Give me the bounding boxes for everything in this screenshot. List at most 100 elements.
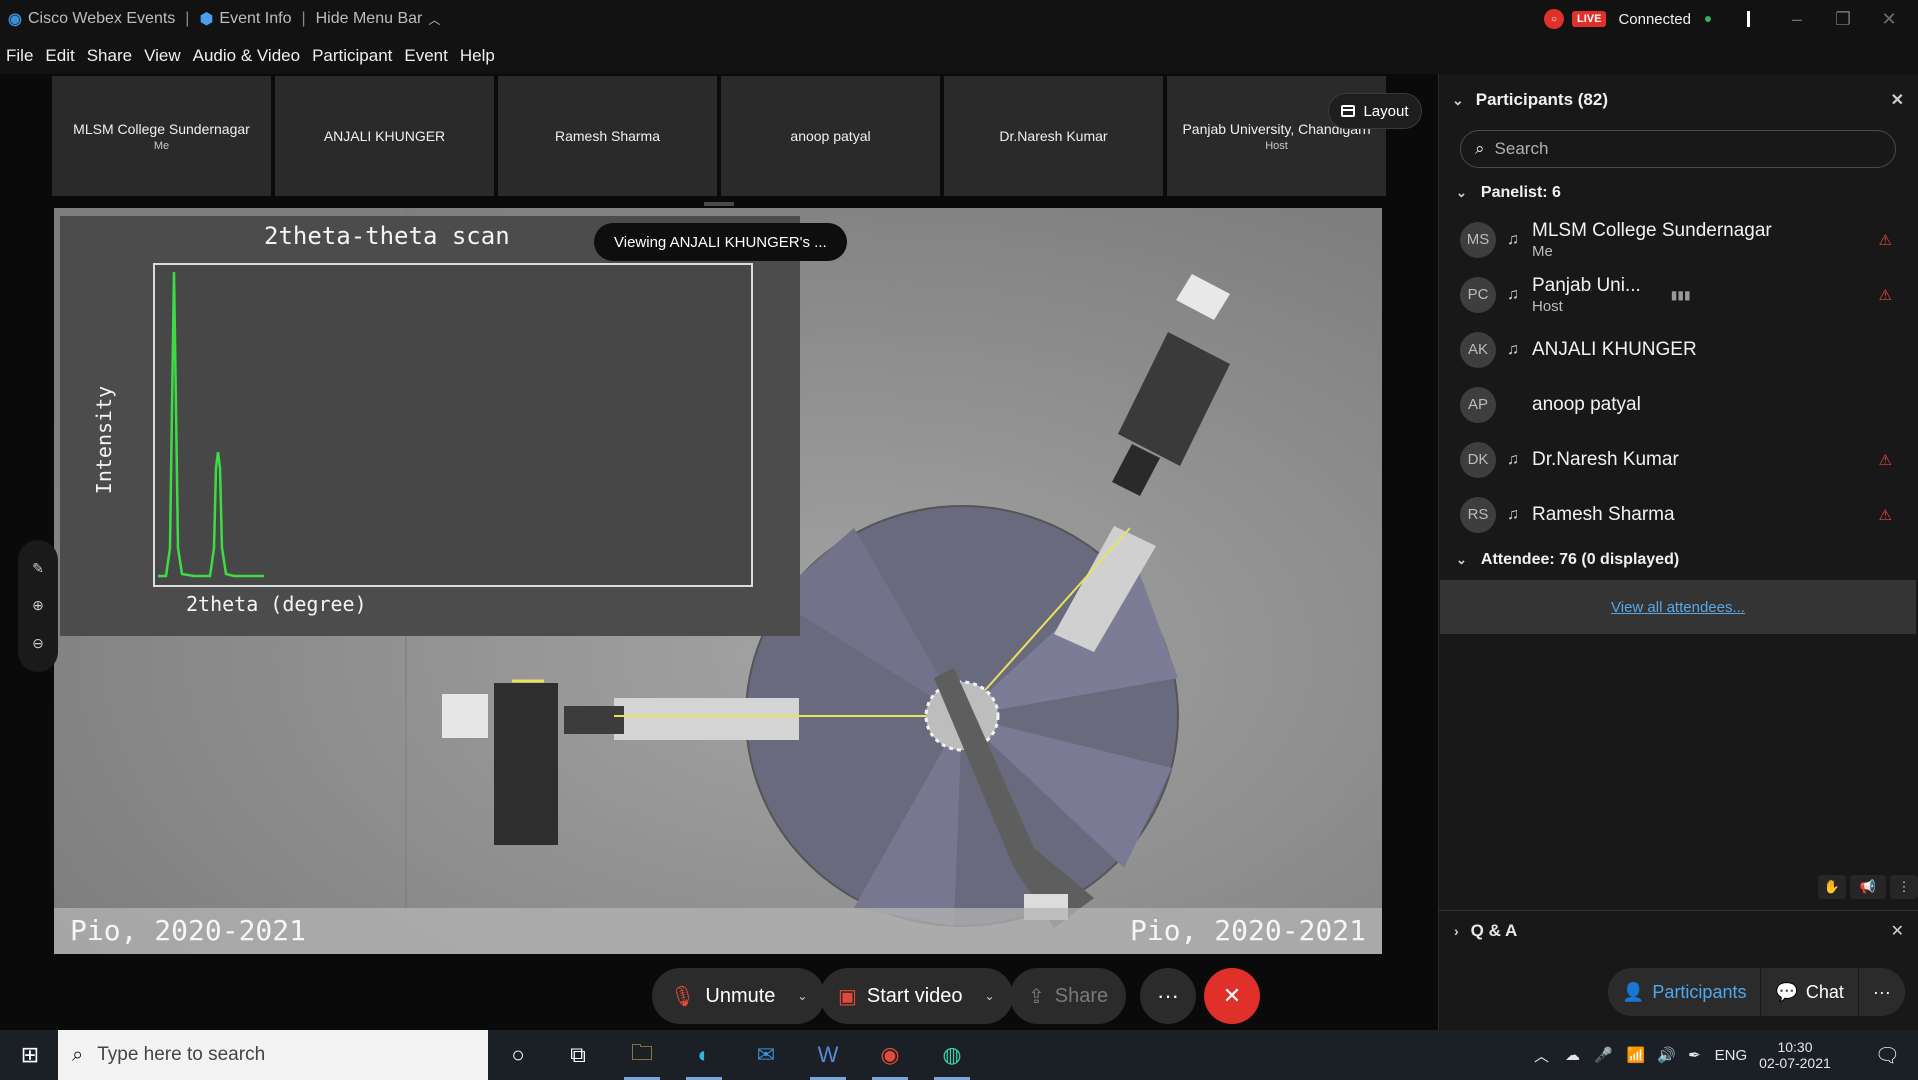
tab-participants[interactable]: 👤 Participants xyxy=(1608,968,1762,1016)
search-icon: ⌕ xyxy=(72,1043,84,1066)
start-video-button[interactable]: ▣ Start video ⌄ xyxy=(820,968,1013,1024)
zoom-out-icon[interactable]: ⊖ xyxy=(32,635,44,652)
thumbnail-tile[interactable]: anoop patyal xyxy=(721,76,940,196)
avatar: DK xyxy=(1460,441,1496,478)
clock[interactable]: 10:30 02-07-2021 xyxy=(1759,1039,1831,1071)
participant-thumbnails: MLSM College Sundernagar Me ANJALI KHUNG… xyxy=(52,76,1386,196)
avatar: PC xyxy=(1460,276,1496,313)
taskbar-search-input[interactable]: ⌕ Type here to search xyxy=(58,1030,488,1080)
more-icon[interactable]: ⋮ xyxy=(1890,875,1918,899)
cortana-icon[interactable]: ○ xyxy=(492,1030,544,1080)
close-qa-icon[interactable]: ✕ xyxy=(1891,921,1904,941)
chevron-down-icon: ⌄ xyxy=(1456,552,1467,567)
close-icon: ✕ xyxy=(1222,983,1242,1008)
shield-icon: ⬢ xyxy=(199,11,214,28)
shared-screen: 2theta-theta scan Intensity 2theta (degr… xyxy=(54,208,1382,954)
thumbnail-tile[interactable]: ANJALI KHUNGER xyxy=(275,76,494,196)
participant-row[interactable]: AP anoop patyal xyxy=(1438,377,1918,432)
mic-muted-icon[interactable]: ⚠ xyxy=(1879,451,1892,469)
mail-icon[interactable]: ✉ xyxy=(740,1030,792,1080)
xrd-simulation-graphic xyxy=(54,208,1382,954)
webex-app-icon[interactable]: ◍ xyxy=(926,1030,978,1080)
tab-chat[interactable]: 💬 Chat xyxy=(1761,968,1859,1016)
zoom-in-icon[interactable]: ⊕ xyxy=(32,597,44,614)
tab-more[interactable]: ··· xyxy=(1859,968,1905,1016)
plot-y-axis-label: Intensity xyxy=(92,385,116,495)
qa-section-header[interactable]: › Q & A ✕ xyxy=(1438,910,1918,950)
chrome-icon[interactable]: ◉ xyxy=(864,1030,916,1080)
menu-file[interactable]: File xyxy=(6,46,33,66)
person-icon: 👤 xyxy=(1622,981,1645,1002)
microphone-icon[interactable]: 🎤 xyxy=(1594,1046,1613,1064)
megaphone-icon[interactable]: 📢 xyxy=(1850,875,1886,899)
title-bar: ◉ Cisco Webex Events | ⬢ Event Info | Hi… xyxy=(0,0,1918,38)
language-indicator[interactable]: ENG xyxy=(1715,1047,1748,1064)
microphone-muted-icon: 🎙 xyxy=(670,985,696,1008)
unmute-button[interactable]: 🎙 Unmute ⌄ xyxy=(652,968,826,1024)
mic-muted-icon[interactable]: ⚠ xyxy=(1879,506,1892,524)
chevron-up-icon: ︿ xyxy=(428,12,441,27)
avatar: AK xyxy=(1460,331,1496,368)
avatar: RS xyxy=(1460,496,1496,533)
menu-participant[interactable]: Participant xyxy=(312,46,392,66)
plot-title: 2theta-theta scan xyxy=(264,222,510,250)
headset-icon: ♫ xyxy=(1507,285,1519,303)
event-info-button[interactable]: ⬢ Event Info xyxy=(199,9,291,29)
file-explorer-icon[interactable]: 🗀 xyxy=(616,1030,668,1080)
annotate-icon[interactable]: ✎ xyxy=(32,560,44,577)
volume-icon[interactable]: 🔊 xyxy=(1657,1046,1676,1064)
headset-icon: ♫ xyxy=(1507,505,1519,523)
wifi-icon[interactable]: 📶 xyxy=(1627,1046,1646,1064)
system-tray: ︿ ☁ 🎤 📶 🔊 ✒ ENG 10:30 02-07-2021 🗨 xyxy=(1530,1030,1918,1080)
pen-icon[interactable]: ✒ xyxy=(1688,1046,1701,1064)
notifications-icon[interactable]: 🗨 xyxy=(1875,1043,1900,1068)
attendee-group-header[interactable]: ⌄ Attendee: 76 (0 displayed) xyxy=(1438,542,1918,578)
watermark-right: Pio, 2020-2021 xyxy=(1129,914,1366,947)
thumbnail-tile[interactable]: MLSM College Sundernagar Me xyxy=(52,76,271,196)
close-panel-icon[interactable]: ✕ xyxy=(1891,90,1904,110)
mic-muted-icon[interactable]: ⚠ xyxy=(1879,286,1892,304)
windows-start-icon[interactable]: ⊞ xyxy=(4,1030,56,1080)
headset-icon: ♫ xyxy=(1507,230,1519,248)
chevron-down-icon[interactable]: ⌄ xyxy=(985,989,995,1003)
menu-event[interactable]: Event xyxy=(404,46,447,66)
onedrive-icon[interactable]: ☁ xyxy=(1565,1046,1580,1064)
view-all-attendees-link[interactable]: View all attendees... xyxy=(1440,580,1916,634)
menu-view[interactable]: View xyxy=(144,46,181,66)
participant-row[interactable]: PC ♫ Panjab Uni... Host ▮▮▮ ⚠ xyxy=(1438,267,1918,322)
thumbnail-tile[interactable]: Dr.Naresh Kumar xyxy=(944,76,1163,196)
more-options-button[interactable]: ··· xyxy=(1140,968,1196,1024)
participant-row[interactable]: RS ♫ Ramesh Sharma ⚠ xyxy=(1438,487,1918,542)
chevron-down-icon[interactable]: ⌄ xyxy=(797,989,807,1003)
participant-row[interactable]: AK ♫ ANJALI KHUNGER xyxy=(1438,322,1918,377)
panel-tabs: 👤 Participants 💬 Chat ··· xyxy=(1608,968,1905,1016)
mic-muted-icon[interactable]: ⚠ xyxy=(1879,231,1892,249)
participant-search-input[interactable]: ⌕ Search xyxy=(1460,130,1896,168)
chevron-down-icon: ⌄ xyxy=(1456,185,1467,200)
minimize-icon[interactable]: – xyxy=(1778,9,1816,30)
thumbnail-tile[interactable]: Ramesh Sharma xyxy=(498,76,717,196)
hide-menu-bar-button[interactable]: Hide Menu Bar ︿ xyxy=(316,10,441,28)
maximize-icon[interactable]: ❐ xyxy=(1824,9,1862,30)
leave-meeting-button[interactable]: ✕ xyxy=(1204,968,1260,1024)
panelist-group-header[interactable]: ⌄ Panelist: 6 xyxy=(1438,175,1918,211)
participant-row[interactable]: MS ♫ MLSM College Sundernagar Me ⚠ xyxy=(1438,212,1918,267)
edge-icon[interactable]: ◐ xyxy=(678,1030,730,1080)
menu-help[interactable]: Help xyxy=(460,46,495,66)
menu-audio-video[interactable]: Audio & Video xyxy=(193,46,300,66)
resize-handle[interactable] xyxy=(704,202,734,206)
share-button[interactable]: ⇪ Share xyxy=(1010,968,1127,1024)
word-icon[interactable]: W xyxy=(802,1030,854,1080)
menu-edit[interactable]: Edit xyxy=(45,46,74,66)
tray-chevron-icon[interactable]: ︿ xyxy=(1534,1045,1549,1066)
headset-icon: ♫ xyxy=(1507,450,1519,468)
layout-button[interactable]: Layout xyxy=(1328,93,1422,129)
avatar: MS xyxy=(1460,221,1496,258)
chevron-down-icon[interactable]: ⌄ xyxy=(1452,92,1464,109)
task-view-icon[interactable]: ⧉ xyxy=(552,1030,604,1080)
menu-share[interactable]: Share xyxy=(87,46,132,66)
raise-hand-icon[interactable]: ✋ xyxy=(1818,875,1846,899)
app-title: ◉ Cisco Webex Events xyxy=(8,10,176,28)
participant-row[interactable]: DK ♫ Dr.Naresh Kumar ⚠ xyxy=(1438,432,1918,487)
close-window-icon[interactable]: ✕ xyxy=(1870,9,1908,30)
